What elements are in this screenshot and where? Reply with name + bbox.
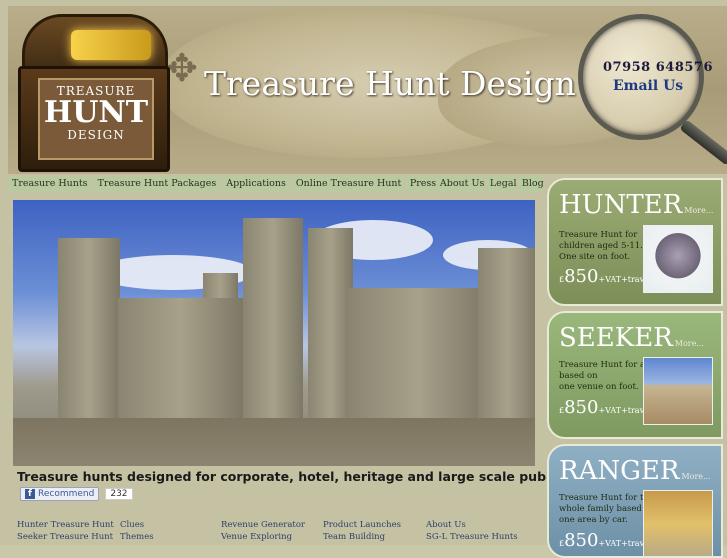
recommend-label: Recommend <box>38 489 95 499</box>
nav-applications[interactable]: Applications <box>222 176 290 192</box>
footer-link[interactable]: Hunter Treasure Hunt <box>17 519 114 531</box>
seeker-venue-image <box>643 357 713 425</box>
hunter-character-image <box>643 225 713 293</box>
facebook-recommend: f Recommend 232 <box>20 487 133 501</box>
ranger-panel[interactable]: RANGER More... Treasure Hunt for the whole… <box>547 444 723 558</box>
logo-line-2: HUNT <box>43 95 149 130</box>
recommend-button[interactable]: f Recommend <box>20 487 100 501</box>
nav-online-treasure-hunt[interactable]: Online Treasure Hunt <box>291 176 404 192</box>
footer-link[interactable]: Team Building <box>323 531 401 543</box>
logo-plaque: TREASURE HUNT DESIGN <box>38 78 154 160</box>
tagline: Treasure hunts designed for corporate, h… <box>17 469 612 484</box>
phone-number: 07958 648576 <box>603 60 714 75</box>
footer-link[interactable]: Seeker Treasure Hunt <box>17 531 114 543</box>
nav-about-us[interactable]: About Us <box>435 176 484 192</box>
footer-link[interactable]: Themes <box>120 531 154 543</box>
panel-title: SEEKER More... <box>559 323 704 353</box>
footer-link[interactable]: Product Launches <box>323 519 401 531</box>
footer-link[interactable]: Revenue Generator <box>221 519 305 531</box>
footer-link[interactable]: About Us <box>426 519 518 531</box>
panel-title: RANGER More... <box>559 456 711 486</box>
panel-price: £850+VAT+travel <box>559 266 652 287</box>
main-nav: Treasure Hunts Treasure Hunt Packages Ap… <box>8 176 544 192</box>
compass-rose-icon: ✥ <box>166 46 198 90</box>
recommend-count: 232 <box>105 488 133 500</box>
panel-price: £850+VAT+travel <box>559 530 652 551</box>
nav-treasure-hunts[interactable]: Treasure Hunts <box>8 176 92 192</box>
logo-line-3: DESIGN <box>67 128 125 142</box>
email-us-link[interactable]: Email Us <box>613 78 683 94</box>
footer-col-4: Product Launches Team Building <box>323 519 401 543</box>
seeker-panel[interactable]: SEEKER More... Treasure Hunt for adults ba… <box>547 311 723 439</box>
panel-title: HUNTER More... <box>559 190 714 220</box>
castle-lawn <box>13 418 535 466</box>
footer-col-1: Hunter Treasure Hunt Seeker Treasure Hun… <box>17 519 114 543</box>
ranger-car-image <box>643 490 713 556</box>
treasure-chest-logo[interactable]: TREASURE HUNT DESIGN <box>16 8 170 172</box>
panel-description: Treasure Hunt for the whole family based … <box>559 493 654 525</box>
panel-description: Treasure Hunt for children aged 5-11. One … <box>559 230 643 262</box>
nav-press[interactable]: Press <box>405 176 436 192</box>
footer-links: Hunter Treasure Hunt Seeker Treasure Hun… <box>17 519 537 545</box>
castle-illustration <box>58 218 535 428</box>
footer-col-2: Clues Themes <box>120 519 154 543</box>
panel-price: £850+VAT+travel <box>559 397 652 418</box>
castle-photo <box>13 200 535 466</box>
footer-col-5: About Us SG-L Treasure Hunts <box>426 519 518 543</box>
nav-legal[interactable]: Legal <box>485 176 517 192</box>
footer-col-3: Revenue Generator Venue Exploring <box>221 519 305 543</box>
nav-treasure-hunt-packages[interactable]: Treasure Hunt Packages <box>93 176 221 192</box>
more-link[interactable]: More... <box>675 339 704 348</box>
footer-link[interactable]: Venue Exploring <box>221 531 305 543</box>
hunter-panel[interactable]: HUNTER More... Treasure Hunt for children … <box>547 178 723 306</box>
more-link[interactable]: More... <box>684 206 713 215</box>
footer-link[interactable]: Clues <box>120 519 154 531</box>
site-title: Treasure Hunt Design <box>204 64 576 103</box>
footer-link[interactable]: SG-L Treasure Hunts <box>426 531 518 543</box>
nav-blog[interactable]: Blog <box>517 176 544 192</box>
facebook-icon: f <box>25 489 35 499</box>
chest-gold <box>71 30 151 60</box>
more-link[interactable]: More... <box>681 472 710 481</box>
